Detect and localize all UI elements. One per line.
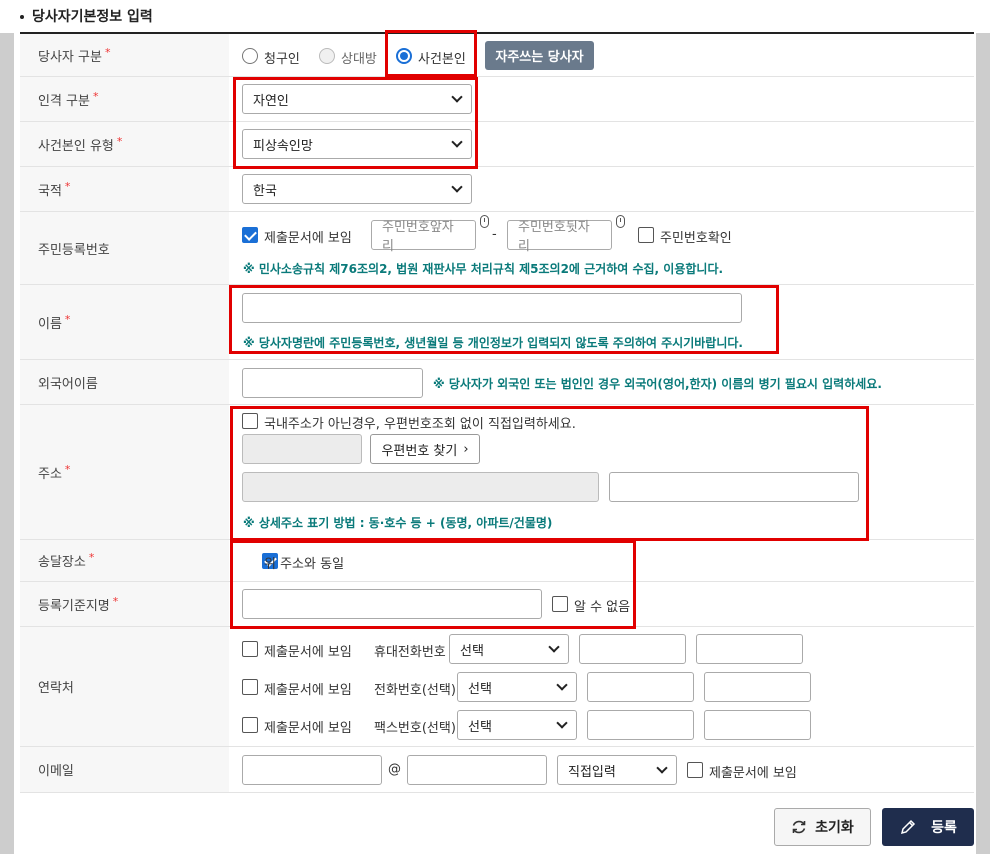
refresh-icon <box>792 820 806 834</box>
fax-type-label: 팩스번호(선택) <box>374 721 456 736</box>
label-person-type: 인격 구분 * <box>20 77 229 121</box>
chevron-down-icon <box>548 641 560 653</box>
rrn-note: ※ 민사소송규칙 제76조의2, 법원 재판사무 처리규칙 제5조의2에 근거하… <box>243 262 724 276</box>
chevron-down-icon <box>451 181 463 193</box>
mouse-icon[interactable] <box>616 215 625 228</box>
email-show-label: 제출문서에 보임 <box>709 766 797 781</box>
mobile-last-input[interactable] <box>696 634 803 664</box>
label-rrn: 주민등록번호 <box>20 212 229 284</box>
mobile-show-label: 제출문서에 보임 <box>264 645 352 660</box>
fax-show-label: 제출문서에 보임 <box>264 721 352 736</box>
mobile-show-checkbox[interactable] <box>242 641 258 657</box>
nationality-select[interactable]: 한국 <box>242 174 472 204</box>
rrn-back-input[interactable]: 주민번호뒷자리 <box>507 220 612 254</box>
chevron-down-icon <box>556 679 568 691</box>
radio-claimant[interactable] <box>242 48 258 64</box>
pencil-icon <box>901 819 916 835</box>
fax-show-checkbox[interactable] <box>242 717 258 733</box>
highlight-box <box>233 77 478 169</box>
mobile-mid-input[interactable] <box>579 634 686 664</box>
phone-prefix-select[interactable]: 선택 <box>457 672 577 702</box>
radio-claimant-label: 청구인 <box>264 52 300 67</box>
phone-show-checkbox[interactable] <box>242 679 258 695</box>
row-subject-type: 사건본인 유형 * <box>20 122 974 167</box>
label-foreign-name: 외국어이름 <box>20 360 229 404</box>
label-name: 이름 * <box>20 285 229 359</box>
label-reg-place: 등록기준지명 * <box>20 582 229 626</box>
mobile-type-label: 휴대전화번호 <box>374 645 446 660</box>
row-person-type: 인격 구분 * <box>20 77 974 122</box>
email-id-input[interactable] <box>242 755 382 785</box>
rrn-show-label: 제출문서에 보임 <box>264 231 352 246</box>
submit-button[interactable]: 등록 <box>882 808 974 846</box>
phone-last-input[interactable] <box>704 672 811 702</box>
highlight-box <box>230 406 869 541</box>
reset-button[interactable]: 초기화 <box>774 808 871 846</box>
email-domain-input[interactable] <box>407 755 547 785</box>
chevron-down-icon <box>556 717 568 729</box>
label-party-type: 당사자 구분 * <box>20 34 229 76</box>
phone-show-label: 제출문서에 보임 <box>264 683 352 698</box>
rrn-show-checkbox[interactable] <box>242 227 258 243</box>
rrn-confirm-checkbox[interactable] <box>638 227 654 243</box>
phone-mid-input[interactable] <box>587 672 694 702</box>
row-nationality: 국적 * <box>20 167 974 212</box>
radio-opponent[interactable] <box>319 48 335 64</box>
frequent-party-button[interactable]: 자주쓰는 당사자 <box>485 41 594 70</box>
label-delivery: 송달장소 * <box>20 540 229 581</box>
highlight-box <box>385 30 477 77</box>
fax-prefix-select[interactable]: 선택 <box>457 710 577 740</box>
radio-opponent-label: 상대방 <box>341 52 377 67</box>
email-at: @ <box>388 762 401 777</box>
fax-last-input[interactable] <box>704 710 811 740</box>
rrn-front-input[interactable]: 주민번호앞자리 <box>371 220 476 254</box>
label-address: 주소 * <box>20 405 229 539</box>
label-subject-type: 사건본인 유형 * <box>20 122 229 166</box>
email-domain-select[interactable]: 직접입력 <box>557 755 677 785</box>
label-nationality: 국적 * <box>20 167 229 211</box>
mobile-prefix-select[interactable]: 선택 <box>449 634 569 664</box>
label-email: 이메일 <box>20 747 229 792</box>
chevron-down-icon <box>656 762 668 774</box>
highlight-box <box>230 540 636 629</box>
foreign-name-note: ※ 당사자가 외국인 또는 법인인 경우 외국어(영어,한자) 이름의 병기 필… <box>433 377 882 391</box>
mouse-icon[interactable] <box>480 215 489 228</box>
email-show-checkbox[interactable] <box>687 762 703 778</box>
foreign-name-input[interactable] <box>242 368 423 398</box>
rrn-confirm-label: 주민번호확인 <box>660 231 732 246</box>
rrn-dash: - <box>492 227 497 242</box>
section-title: 당사자기본정보 입력 <box>20 6 153 26</box>
fax-mid-input[interactable] <box>587 710 694 740</box>
highlight-box <box>229 285 779 354</box>
phone-type-label: 전화번호(선택) <box>374 683 456 698</box>
label-contact: 연락처 <box>20 627 229 746</box>
